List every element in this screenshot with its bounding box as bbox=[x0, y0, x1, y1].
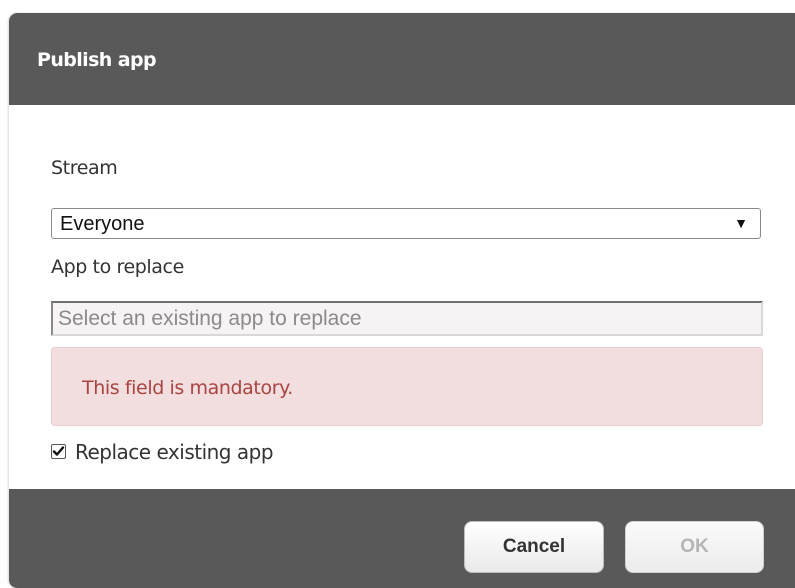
stream-select-value: Everyone bbox=[60, 213, 145, 235]
cancel-button[interactable]: Cancel bbox=[464, 521, 604, 573]
validation-error-box: This field is mandatory. bbox=[51, 347, 763, 426]
replace-existing-app-label: Replace existing app bbox=[75, 440, 274, 464]
checkmark-icon bbox=[52, 446, 65, 456]
ok-button[interactable]: OK bbox=[625, 521, 764, 573]
caret-down-icon: ▼ bbox=[734, 215, 748, 231]
dialog-body: Stream Everyone ▼ App to replace Select … bbox=[9, 105, 795, 489]
dialog-title: Publish app bbox=[37, 49, 157, 71]
app-to-replace-input[interactable]: Select an existing app to replace bbox=[51, 301, 763, 336]
validation-error-text: This field is mandatory. bbox=[82, 377, 293, 399]
stream-label: Stream bbox=[51, 157, 118, 179]
app-to-replace-placeholder: Select an existing app to replace bbox=[58, 307, 362, 330]
replace-existing-app-checkbox[interactable] bbox=[51, 444, 66, 459]
dialog-header: Publish app bbox=[9, 13, 795, 105]
app-to-replace-label: App to replace bbox=[51, 256, 184, 278]
dialog-footer: Cancel OK bbox=[9, 489, 795, 588]
stream-select[interactable]: Everyone ▼ bbox=[51, 208, 761, 239]
publish-app-dialog: Publish app Stream Everyone ▼ App to rep… bbox=[9, 13, 795, 588]
